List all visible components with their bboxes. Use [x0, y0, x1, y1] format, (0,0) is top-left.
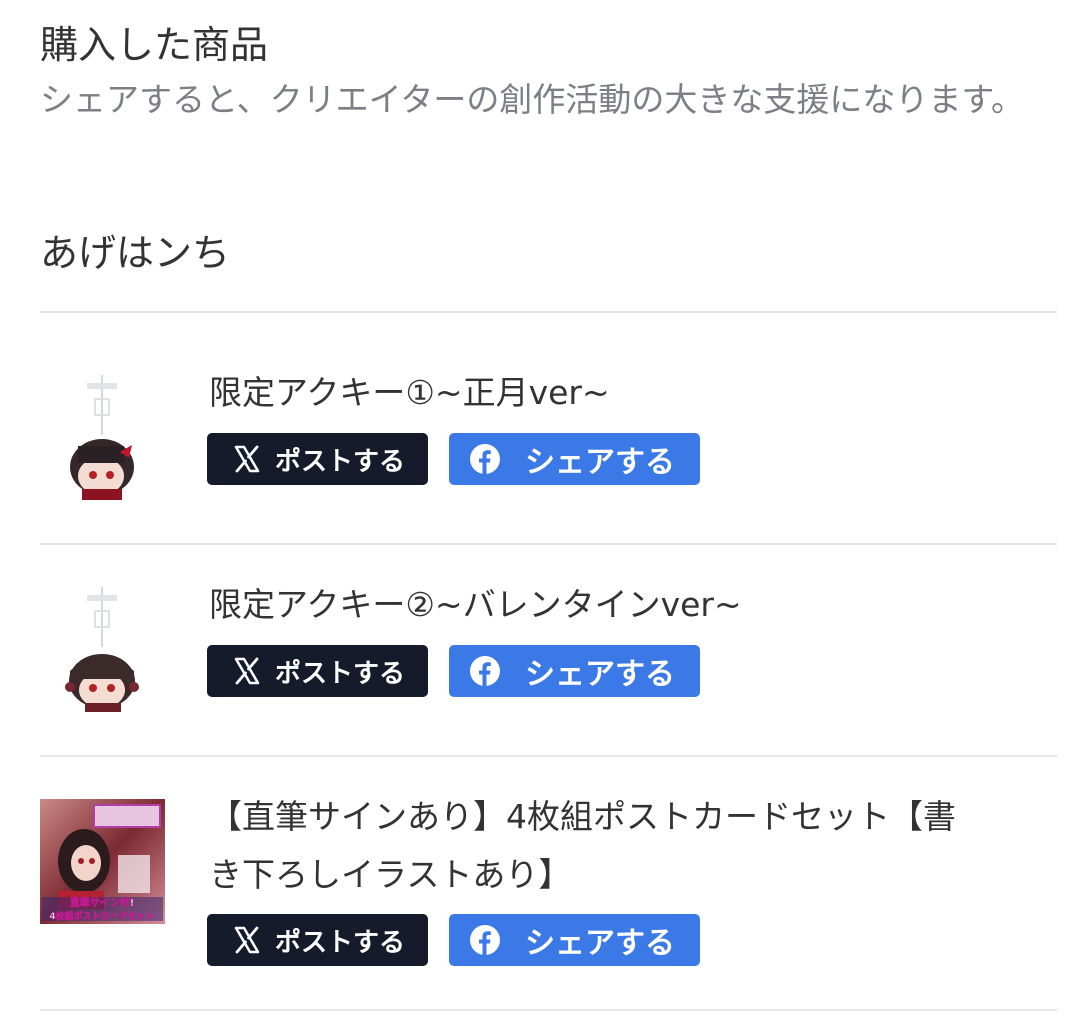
facebook-logo-icon: [470, 444, 500, 474]
x-post-button[interactable]: ポストする: [207, 914, 428, 966]
section-title: 購入した商品: [40, 23, 269, 67]
item-thumbnail[interactable]: [40, 375, 165, 500]
item-title-line: き下ろしイラストあり】: [209, 855, 572, 894]
x-logo-icon: [234, 445, 260, 473]
facebook-share-label: シェアする: [525, 657, 675, 692]
facebook-share-button[interactable]: シェアする: [449, 433, 700, 485]
facebook-share-button[interactable]: シェアする: [449, 645, 700, 697]
thumbnail-caption: 4枚組ポストカードセット: [49, 910, 154, 922]
divider: [40, 1009, 1057, 1011]
x-post-label: ポストする: [275, 446, 406, 477]
x-post-button[interactable]: ポストする: [207, 645, 428, 697]
item-title[interactable]: 【直筆サインあり】4枚組ポストカードセット【書 き下ろしイラストあり】: [209, 788, 1049, 904]
section-description: シェアすると、クリエイターの創作活動の大きな支援になります。: [40, 80, 1025, 119]
purchased-item: 限定アクキー①~正月ver~ ポストする シェアする: [40, 312, 1057, 544]
item-title[interactable]: 限定アクキー②~バレンタインver~: [209, 576, 1049, 634]
x-post-button[interactable]: ポストする: [207, 433, 428, 485]
facebook-share-label: シェアする: [525, 445, 675, 480]
facebook-share-label: シェアする: [525, 926, 675, 961]
facebook-logo-icon: [470, 656, 500, 686]
x-post-label: ポストする: [275, 927, 406, 958]
x-logo-icon: [234, 657, 260, 685]
facebook-share-button[interactable]: シェアする: [449, 914, 700, 966]
purchased-item: 限定アクキー②~バレンタインver~ ポストする シェアする: [40, 544, 1057, 756]
item-title-line: 【直筆サインあり】4枚組ポストカードセット【書: [209, 797, 956, 836]
purchased-item: 直筆サイン付! 4枚組ポストカードセット 【直筆サインあり】4枚組ポストカードセ…: [40, 756, 1057, 1010]
item-thumbnail[interactable]: 直筆サイン付! 4枚組ポストカードセット: [40, 799, 165, 924]
facebook-logo-icon: [470, 925, 500, 955]
thumbnail-caption: 直筆サイン付!: [70, 896, 135, 909]
item-thumbnail[interactable]: [40, 587, 165, 712]
x-post-label: ポストする: [275, 658, 406, 689]
creator-name[interactable]: あげはンち: [40, 226, 230, 280]
item-title[interactable]: 限定アクキー①~正月ver~: [209, 364, 1049, 422]
x-logo-icon: [234, 926, 260, 954]
